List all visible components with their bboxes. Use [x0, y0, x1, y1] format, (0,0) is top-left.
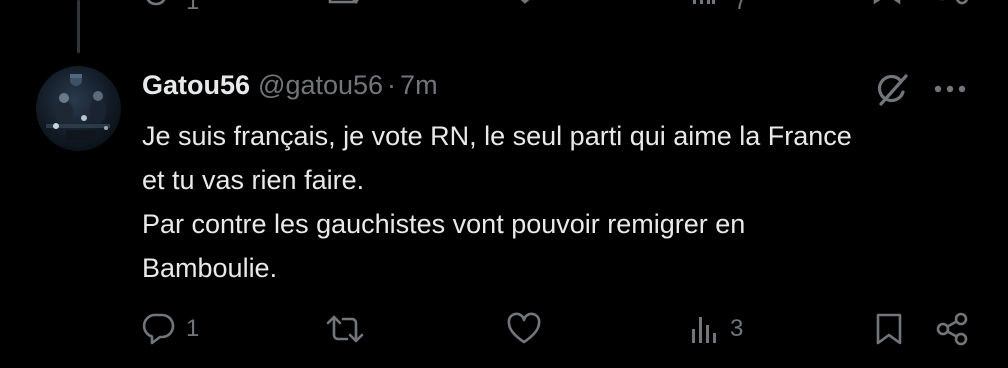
more-options-button[interactable] — [930, 72, 970, 106]
avatar-image — [46, 74, 110, 140]
tweet-text-line: Je suis français, je vote RN, le seul pa… — [142, 121, 852, 151]
views-button[interactable]: 3 — [690, 306, 743, 352]
reply-button[interactable]: 1 — [140, 306, 199, 352]
retweet-button[interactable] — [326, 306, 374, 352]
avatar[interactable] — [36, 66, 121, 151]
timestamp[interactable]: 7m — [400, 70, 438, 100]
tweet-action-bar: 1 3 — [0, 306, 1008, 352]
tweet-text: Je suis français, je vote RN, le seul pa… — [142, 114, 992, 290]
bookmark-icon — [876, 313, 902, 345]
previous-reply-count: 1 — [186, 0, 200, 15]
previous-views-count: 7 — [734, 0, 748, 15]
share-button[interactable] — [934, 306, 970, 352]
tweet-text-line: et tu vas rien faire. — [142, 165, 365, 195]
display-name[interactable]: Gatou56 — [142, 70, 250, 100]
share-icon[interactable] — [934, 0, 970, 21]
thread-connector-line — [77, 0, 80, 53]
retweet-icon — [326, 315, 364, 343]
reply-count: 1 — [186, 315, 200, 342]
views-icon[interactable] — [692, 0, 716, 21]
views-icon — [692, 317, 716, 343]
previous-tweet-action-bar: 1 7 — [0, 0, 1008, 18]
reply-icon[interactable] — [140, 0, 172, 21]
separator-dot: · — [387, 70, 397, 100]
bookmark-icon[interactable] — [872, 0, 902, 21]
share-icon — [936, 312, 968, 346]
like-button[interactable] — [506, 306, 552, 352]
reply-icon — [142, 313, 175, 345]
grok-button[interactable] — [872, 70, 912, 110]
tweet-text-line: Par contre les gauchistes vont pouvoir r… — [142, 209, 746, 239]
bookmark-button[interactable] — [874, 306, 904, 352]
like-icon[interactable] — [508, 0, 542, 21]
tweet-text-line: Bamboulie. — [142, 253, 278, 283]
user-handle[interactable]: @gatou56 — [258, 70, 383, 100]
more-icon — [934, 85, 966, 93]
like-icon — [507, 312, 541, 344]
retweet-icon[interactable] — [326, 0, 362, 21]
tweet-header: Gatou56 @gatou56 · 7m — [142, 70, 438, 106]
tweet-reply-view: 1 7 Gatou56 @gatou56 · 7m Je suis frança… — [0, 0, 1008, 368]
grok-icon — [877, 74, 908, 106]
views-count: 3 — [730, 315, 744, 342]
